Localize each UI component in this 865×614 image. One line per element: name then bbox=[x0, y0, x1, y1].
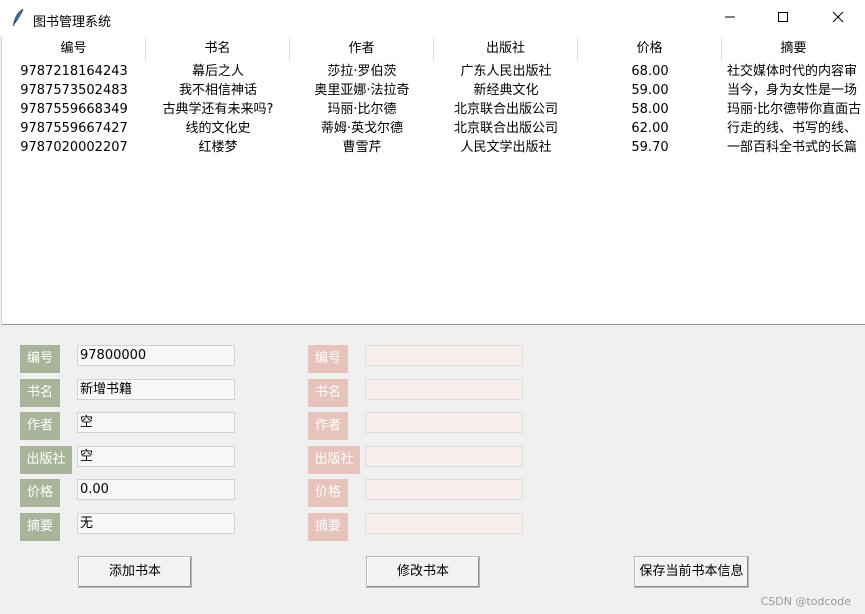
edit-id-input[interactable] bbox=[365, 345, 523, 366]
cell-summary: 玛丽·比尔德带你直面古 bbox=[727, 102, 862, 117]
cell-author: 莎拉·罗伯茨 bbox=[327, 64, 397, 79]
table-row[interactable]: 9787218164243 幕后之人 莎拉·罗伯茨 广东人民出版社 68.00 … bbox=[2, 62, 865, 81]
maximize-icon bbox=[777, 11, 789, 27]
table-row[interactable]: 9787559667427 线的文化史 蒂姆·英戈尔德 北京联合出版公司 62.… bbox=[2, 119, 865, 138]
close-button[interactable] bbox=[815, 0, 861, 37]
column-header-publisher[interactable]: 出版社 bbox=[434, 37, 578, 61]
feather-icon bbox=[10, 8, 26, 28]
edit-label-author: 作者 bbox=[308, 412, 348, 440]
cell-price: 68.00 bbox=[631, 64, 669, 79]
cell-summary: 社交媒体时代的内容审 bbox=[727, 64, 858, 79]
edit-summary-input[interactable] bbox=[365, 513, 523, 534]
cell-id: 9787559668349 bbox=[20, 102, 128, 117]
cell-author: 奥里亚娜·法拉奇 bbox=[314, 83, 410, 98]
cell-publisher: 北京联合出版公司 bbox=[453, 102, 558, 117]
add-book-button[interactable]: 添加书本 bbox=[78, 556, 192, 588]
column-header-title[interactable]: 书名 bbox=[146, 37, 290, 61]
cell-summary: 当今，身为女性是一场 bbox=[727, 83, 858, 98]
cell-title: 我不相信神话 bbox=[178, 83, 257, 98]
new-title-input[interactable]: 新增书籍 bbox=[77, 379, 235, 400]
cell-summary: 行走的线、书写的线、 bbox=[727, 121, 858, 136]
table-row[interactable]: 9787559668349 古典学还有未来吗? 玛丽·比尔德 北京联合出版公司 … bbox=[2, 100, 865, 119]
minimize-icon bbox=[724, 11, 736, 27]
cell-price: 59.70 bbox=[631, 140, 669, 155]
cell-price: 58.00 bbox=[631, 102, 669, 117]
column-header-price[interactable]: 价格 bbox=[578, 37, 722, 61]
label-summary: 摘要 bbox=[20, 513, 60, 541]
cell-id: 9787020002207 bbox=[20, 140, 128, 155]
edit-book-button[interactable]: 修改书本 bbox=[366, 556, 480, 588]
edit-price-input[interactable] bbox=[365, 479, 523, 500]
table-header: 编号 书名 作者 出版社 价格 摘要 bbox=[2, 37, 865, 61]
new-id-input[interactable]: 97800000 bbox=[77, 345, 235, 366]
label-publisher: 出版社 bbox=[20, 446, 72, 474]
cell-id: 9787573502483 bbox=[20, 83, 128, 98]
edit-label-title: 书名 bbox=[308, 379, 348, 407]
edit-title-input[interactable] bbox=[365, 379, 523, 400]
save-book-button[interactable]: 保存当前书本信息 bbox=[634, 556, 749, 588]
cell-id: 9787559667427 bbox=[20, 121, 128, 136]
edit-publisher-input[interactable] bbox=[365, 446, 523, 467]
book-table[interactable]: 编号 书名 作者 出版社 价格 摘要 9787218164243 幕后之人 莎拉… bbox=[1, 37, 865, 325]
cell-publisher: 广东人民出版社 bbox=[460, 64, 552, 79]
cell-id: 9787218164243 bbox=[20, 64, 128, 79]
close-icon bbox=[832, 11, 844, 27]
cell-title: 红楼梦 bbox=[198, 140, 238, 155]
edit-label-publisher: 出版社 bbox=[308, 446, 360, 474]
label-author: 作者 bbox=[20, 412, 60, 440]
cell-author: 蒂姆·英戈尔德 bbox=[320, 121, 404, 136]
column-header-author[interactable]: 作者 bbox=[290, 37, 434, 61]
label-price: 价格 bbox=[20, 479, 60, 507]
cell-publisher: 新经典文化 bbox=[473, 83, 539, 98]
new-summary-input[interactable]: 无 bbox=[77, 513, 235, 534]
column-header-id[interactable]: 编号 bbox=[2, 37, 146, 61]
label-id: 编号 bbox=[20, 345, 60, 373]
label-title: 书名 bbox=[20, 379, 60, 407]
edit-label-summary: 摘要 bbox=[308, 513, 348, 541]
cell-title: 古典学还有未来吗? bbox=[162, 102, 274, 117]
cell-title: 幕后之人 bbox=[191, 64, 244, 79]
new-publisher-input[interactable]: 空 bbox=[77, 446, 235, 467]
cell-publisher: 北京联合出版公司 bbox=[453, 121, 558, 136]
new-author-input[interactable]: 空 bbox=[77, 412, 235, 433]
cell-title: 线的文化史 bbox=[185, 121, 251, 136]
new-price-input[interactable]: 0.00 bbox=[77, 479, 235, 500]
window-title: 图书管理系统 bbox=[33, 15, 112, 30]
cell-author: 玛丽·比尔德 bbox=[327, 102, 397, 117]
table-row[interactable]: 9787020002207 红楼梦 曹雪芹 人民文学出版社 59.70 一部百科… bbox=[2, 138, 865, 157]
cell-author: 曹雪芹 bbox=[342, 140, 382, 155]
cell-price: 62.00 bbox=[631, 121, 669, 136]
table-row[interactable]: 9787573502483 我不相信神话 奥里亚娜·法拉奇 新经典文化 59.0… bbox=[2, 81, 865, 100]
title-bar: 图书管理系统 bbox=[0, 0, 865, 38]
watermark: CSDN @todcode bbox=[760, 595, 851, 608]
minimize-button[interactable] bbox=[707, 0, 753, 37]
cell-summary: 一部百科全书式的长篇 bbox=[727, 140, 858, 155]
edit-label-price: 价格 bbox=[308, 479, 348, 507]
cell-publisher: 人民文学出版社 bbox=[460, 140, 552, 155]
edit-label-id: 编号 bbox=[308, 345, 348, 373]
maximize-button[interactable] bbox=[760, 0, 806, 37]
edit-author-input[interactable] bbox=[365, 412, 523, 433]
cell-price: 59.00 bbox=[631, 83, 669, 98]
column-header-summary[interactable]: 摘要 bbox=[722, 37, 865, 61]
